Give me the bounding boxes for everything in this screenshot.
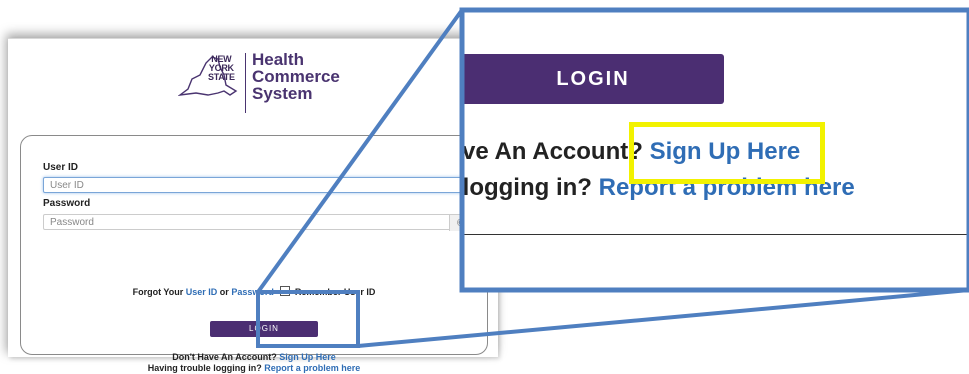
no-account-text: Don't Have An Account? xyxy=(172,352,277,362)
forgot-prefix: Forgot Your xyxy=(132,287,184,297)
zoom-trouble-text: - logging in? xyxy=(462,174,592,201)
login-card: User ID User ID Password Password ◉ Forg… xyxy=(20,135,488,373)
password-label: Password xyxy=(43,198,91,209)
password-input[interactable]: Password ◉ xyxy=(43,214,473,231)
sign-up-link[interactable]: Sign Up Here xyxy=(279,352,336,362)
logo-title: Health Commerce System xyxy=(252,51,340,102)
logo-title-line: Commerce xyxy=(252,67,340,86)
trouble-text: Having trouble logging in? xyxy=(147,363,262,373)
logo-divider xyxy=(245,53,246,113)
logo-state-line: STATE xyxy=(208,72,235,82)
password-placeholder: Password xyxy=(50,217,94,228)
zoom-divider xyxy=(462,234,969,235)
forgot-row: Forgot Your User ID or Password Remember… xyxy=(21,286,487,297)
remember-checkbox[interactable] xyxy=(280,286,291,296)
logo-title-line: System xyxy=(252,84,313,103)
remember-label: Remember User ID xyxy=(294,287,376,297)
zoom-login-button[interactable]: LOGIN xyxy=(462,54,724,104)
user-id-label: User ID xyxy=(43,162,79,173)
forgot-or: or xyxy=(219,287,229,297)
sign-up-highlight-box xyxy=(629,122,825,184)
nys-hcs-logo: NEW YORK STATE Health Commerce System xyxy=(178,51,378,115)
account-help: Don't Have An Account? Sign Up Here Havi… xyxy=(21,352,487,374)
login-screenshot: NEW YORK STATE Health Commerce System Us… xyxy=(8,38,498,373)
zoom-panel: LOGIN ve An Account? Sign Up Here - logg… xyxy=(462,10,969,290)
logo-state-text: NEW YORK STATE xyxy=(208,55,235,82)
forgot-password-link[interactable]: Password xyxy=(231,287,274,297)
user-id-input[interactable]: User ID xyxy=(43,177,473,193)
zoom-no-account-text: ve An Account? xyxy=(462,138,643,165)
report-problem-link[interactable]: Report a problem here xyxy=(264,363,360,373)
logo-title-line: Health xyxy=(252,50,304,69)
login-button[interactable]: LOGIN xyxy=(210,321,318,337)
forgot-user-id-link[interactable]: User ID xyxy=(186,287,218,297)
